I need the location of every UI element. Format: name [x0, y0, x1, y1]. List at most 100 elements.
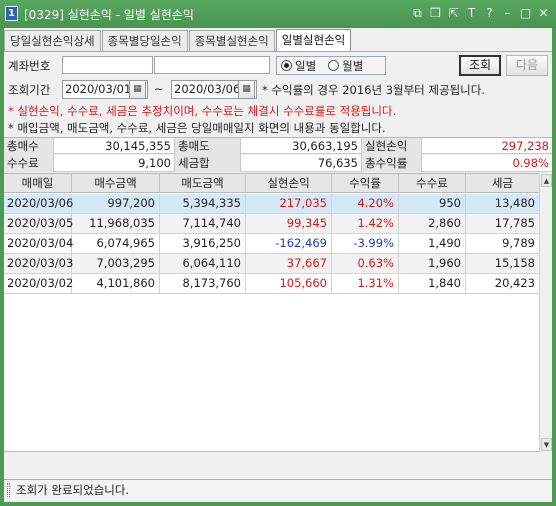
realized-pnl-label: 실현손익 — [362, 138, 422, 155]
total-sell-label: 총매도 — [175, 138, 241, 155]
cell-buy-amount: 4,101,860 — [72, 274, 160, 294]
cell-realized-pnl: 217,035 — [246, 194, 332, 214]
cell-realized-pnl: 99,345 — [246, 214, 332, 234]
radio-daily-label: 일별 — [295, 58, 317, 73]
help-icon[interactable]: ? — [483, 5, 496, 21]
cell-fee: 1,840 — [399, 274, 466, 294]
status-bar: 조회가 완료되었습니다. — [4, 479, 552, 500]
cell-realized-pnl: 105,660 — [246, 274, 332, 294]
account-label: 계좌번호 — [8, 59, 51, 73]
cell-return-rate: 1.42% — [332, 214, 399, 234]
cell-return-rate: 0.63% — [332, 254, 399, 274]
tab-daily-realized[interactable]: 일별실현손익 — [275, 29, 352, 52]
app-number-badge: 1 — [5, 6, 18, 21]
cell-trade-date: 2020/03/04 — [4, 234, 73, 254]
table-row[interactable]: 2020/03/05 11,968,035 7,114,740 99,345 1.42%… — [4, 214, 539, 234]
maximize-icon[interactable]: □ — [519, 5, 532, 21]
radio-daily[interactable]: 일별 — [281, 58, 316, 74]
tab-stock-realized[interactable]: 종목별실현손익 — [188, 30, 275, 51]
col-trade-date[interactable]: 매매일 — [4, 174, 72, 193]
account-name-field[interactable] — [154, 56, 270, 74]
radio-unchecked-icon — [328, 60, 340, 71]
calendar-from-icon[interactable]: ▦ — [129, 80, 146, 99]
radio-checked-icon — [281, 60, 292, 71]
table-row[interactable]: 2020/03/04 6,074,965 3,916,250 -162,469 -3.9… — [4, 234, 539, 254]
tab-divider — [4, 51, 552, 52]
daily-pnl-table: 매매일 매수금액 매도금액 실현손익 수익률 수수료 세금 2020/03/06… — [4, 173, 539, 452]
total-buy-label: 총매수 — [4, 138, 54, 155]
table-row[interactable]: 2020/03/06 997,200 5,394,335 217,035 4.20% 95… — [4, 194, 539, 214]
tab-daily-detail[interactable]: 당일실현손익상세 — [4, 30, 101, 51]
estimate-note: * 실현손익, 수수료, 세금은 추정치이며, 수수료는 체결시 수수료률로 적… — [8, 104, 397, 118]
total-tax-value: 76,635 — [241, 155, 362, 172]
radio-monthly[interactable]: 월별 — [328, 58, 363, 74]
total-fee-label: 수수료 — [4, 155, 54, 172]
total-tax-label: 세금합 — [175, 155, 241, 172]
cell-trade-date: 2020/03/02 — [4, 274, 73, 294]
cell-sell-amount: 6,064,110 — [160, 254, 246, 274]
table-row[interactable]: 2020/03/02 4,101,860 8,173,760 105,660 1.31%… — [4, 274, 539, 294]
scroll-up-icon[interactable]: ▲ — [541, 174, 552, 187]
cell-return-rate: -3.99% — [332, 234, 399, 254]
table-header: 매매일 매수금액 매도금액 실현손익 수익률 수수료 세금 — [4, 174, 539, 193]
radio-monthly-label: 월별 — [342, 58, 364, 73]
status-message: 조회가 완료되었습니다. — [16, 483, 130, 497]
cell-return-rate: 1.31% — [332, 274, 399, 294]
summary-row-1: 총매수 30,145,355 총매도 30,663,195 실현손익 297,2… — [4, 137, 552, 155]
rate-availability-note: * 수익률의 경우 2016년 3월부터 제공됩니다. — [262, 83, 485, 97]
total-sell-value: 30,663,195 — [241, 138, 362, 155]
cell-fee: 1,960 — [399, 254, 466, 274]
col-realized-pnl[interactable]: 실현손익 — [246, 174, 332, 193]
col-tax[interactable]: 세금 — [466, 174, 539, 193]
total-buy-value: 30,145,355 — [54, 138, 175, 155]
realized-pnl-value: 297,238 — [501, 139, 549, 153]
same-as-journal-note: * 매입금액, 매도금액, 수수료, 세금은 당일매매일지 화면의 내용과 동일… — [8, 121, 386, 135]
text-icon[interactable]: T — [465, 5, 478, 21]
cell-tax: 17,785 — [494, 216, 535, 230]
window-icon[interactable]: ⧉ — [411, 5, 424, 21]
link-icon[interactable]: ⇱ — [447, 5, 460, 21]
titlebar-icons: ⧉ ❐ ⇱ T ? – □ ✕ — [411, 5, 550, 21]
close-icon[interactable]: ✕ — [537, 5, 550, 21]
cell-trade-date: 2020/03/06 — [4, 194, 73, 214]
cell-sell-amount: 3,916,250 — [160, 234, 246, 254]
cell-realized-pnl: 37,667 — [246, 254, 332, 274]
cell-buy-amount: 6,074,965 — [72, 234, 160, 254]
cell-sell-amount: 7,114,740 — [160, 214, 246, 234]
col-return-rate[interactable]: 수익률 — [332, 174, 399, 193]
cell-buy-amount: 11,968,035 — [72, 214, 160, 234]
window-title: [0329] 실현손익 - 일별 실현손익 — [24, 8, 194, 22]
col-buy-amount[interactable]: 매수금액 — [72, 174, 160, 193]
cell-sell-amount: 5,394,335 — [160, 194, 246, 214]
calendar-to-icon[interactable]: ▦ — [238, 80, 255, 99]
cell-tax: 20,423 — [494, 276, 535, 290]
summary-row-2: 수수료 9,100 세금합 76,635 총수익률 0.98% — [4, 155, 552, 172]
minimize-icon[interactable]: – — [501, 5, 514, 21]
vertical-scrollbar[interactable]: ▲ ▼ — [539, 173, 552, 452]
total-fee-value: 9,100 — [54, 155, 175, 172]
tab-stock-daily[interactable]: 종목별당일손익 — [101, 30, 188, 51]
copy-icon[interactable]: ❐ — [429, 5, 442, 21]
cell-trade-date: 2020/03/05 — [4, 214, 73, 234]
next-button[interactable]: 다음 — [506, 55, 548, 76]
cell-buy-amount: 7,003,295 — [72, 254, 160, 274]
cell-buy-amount: 997,200 — [72, 194, 160, 214]
cell-tax: 9,789 — [502, 236, 535, 250]
main-content: 당일실현손익상세 종목별당일손익 종목별실현손익 일별실현손익 계좌번호 일별 … — [4, 28, 552, 502]
search-button[interactable]: 조회 — [459, 55, 501, 76]
cell-tax: 15,158 — [494, 256, 535, 270]
cell-fee: 2,860 — [399, 214, 466, 234]
period-type-radio-group: 일별 월별 — [276, 56, 386, 75]
titlebar[interactable]: 1 [0329] 실현손익 - 일별 실현손익 ⧉ ❐ ⇱ T ? – □ ✕ — [0, 0, 556, 28]
app-window: 1 [0329] 실현손익 - 일별 실현손익 ⧉ ❐ ⇱ T ? – □ ✕ … — [0, 0, 556, 506]
account-number-input[interactable] — [62, 56, 153, 74]
cell-fee: 950 — [399, 194, 466, 214]
scroll-down-icon[interactable]: ▼ — [541, 438, 552, 451]
table-row[interactable]: 2020/03/03 7,003,295 6,064,110 37,667 0.63% 1… — [4, 254, 539, 274]
period-label: 조회기간 — [8, 83, 51, 97]
col-fee[interactable]: 수수료 — [399, 174, 466, 193]
cell-tax: 13,480 — [494, 196, 535, 210]
cell-realized-pnl: -162,469 — [246, 234, 332, 254]
cell-sell-amount: 8,173,760 — [160, 274, 246, 294]
col-sell-amount[interactable]: 매도금액 — [160, 174, 246, 193]
